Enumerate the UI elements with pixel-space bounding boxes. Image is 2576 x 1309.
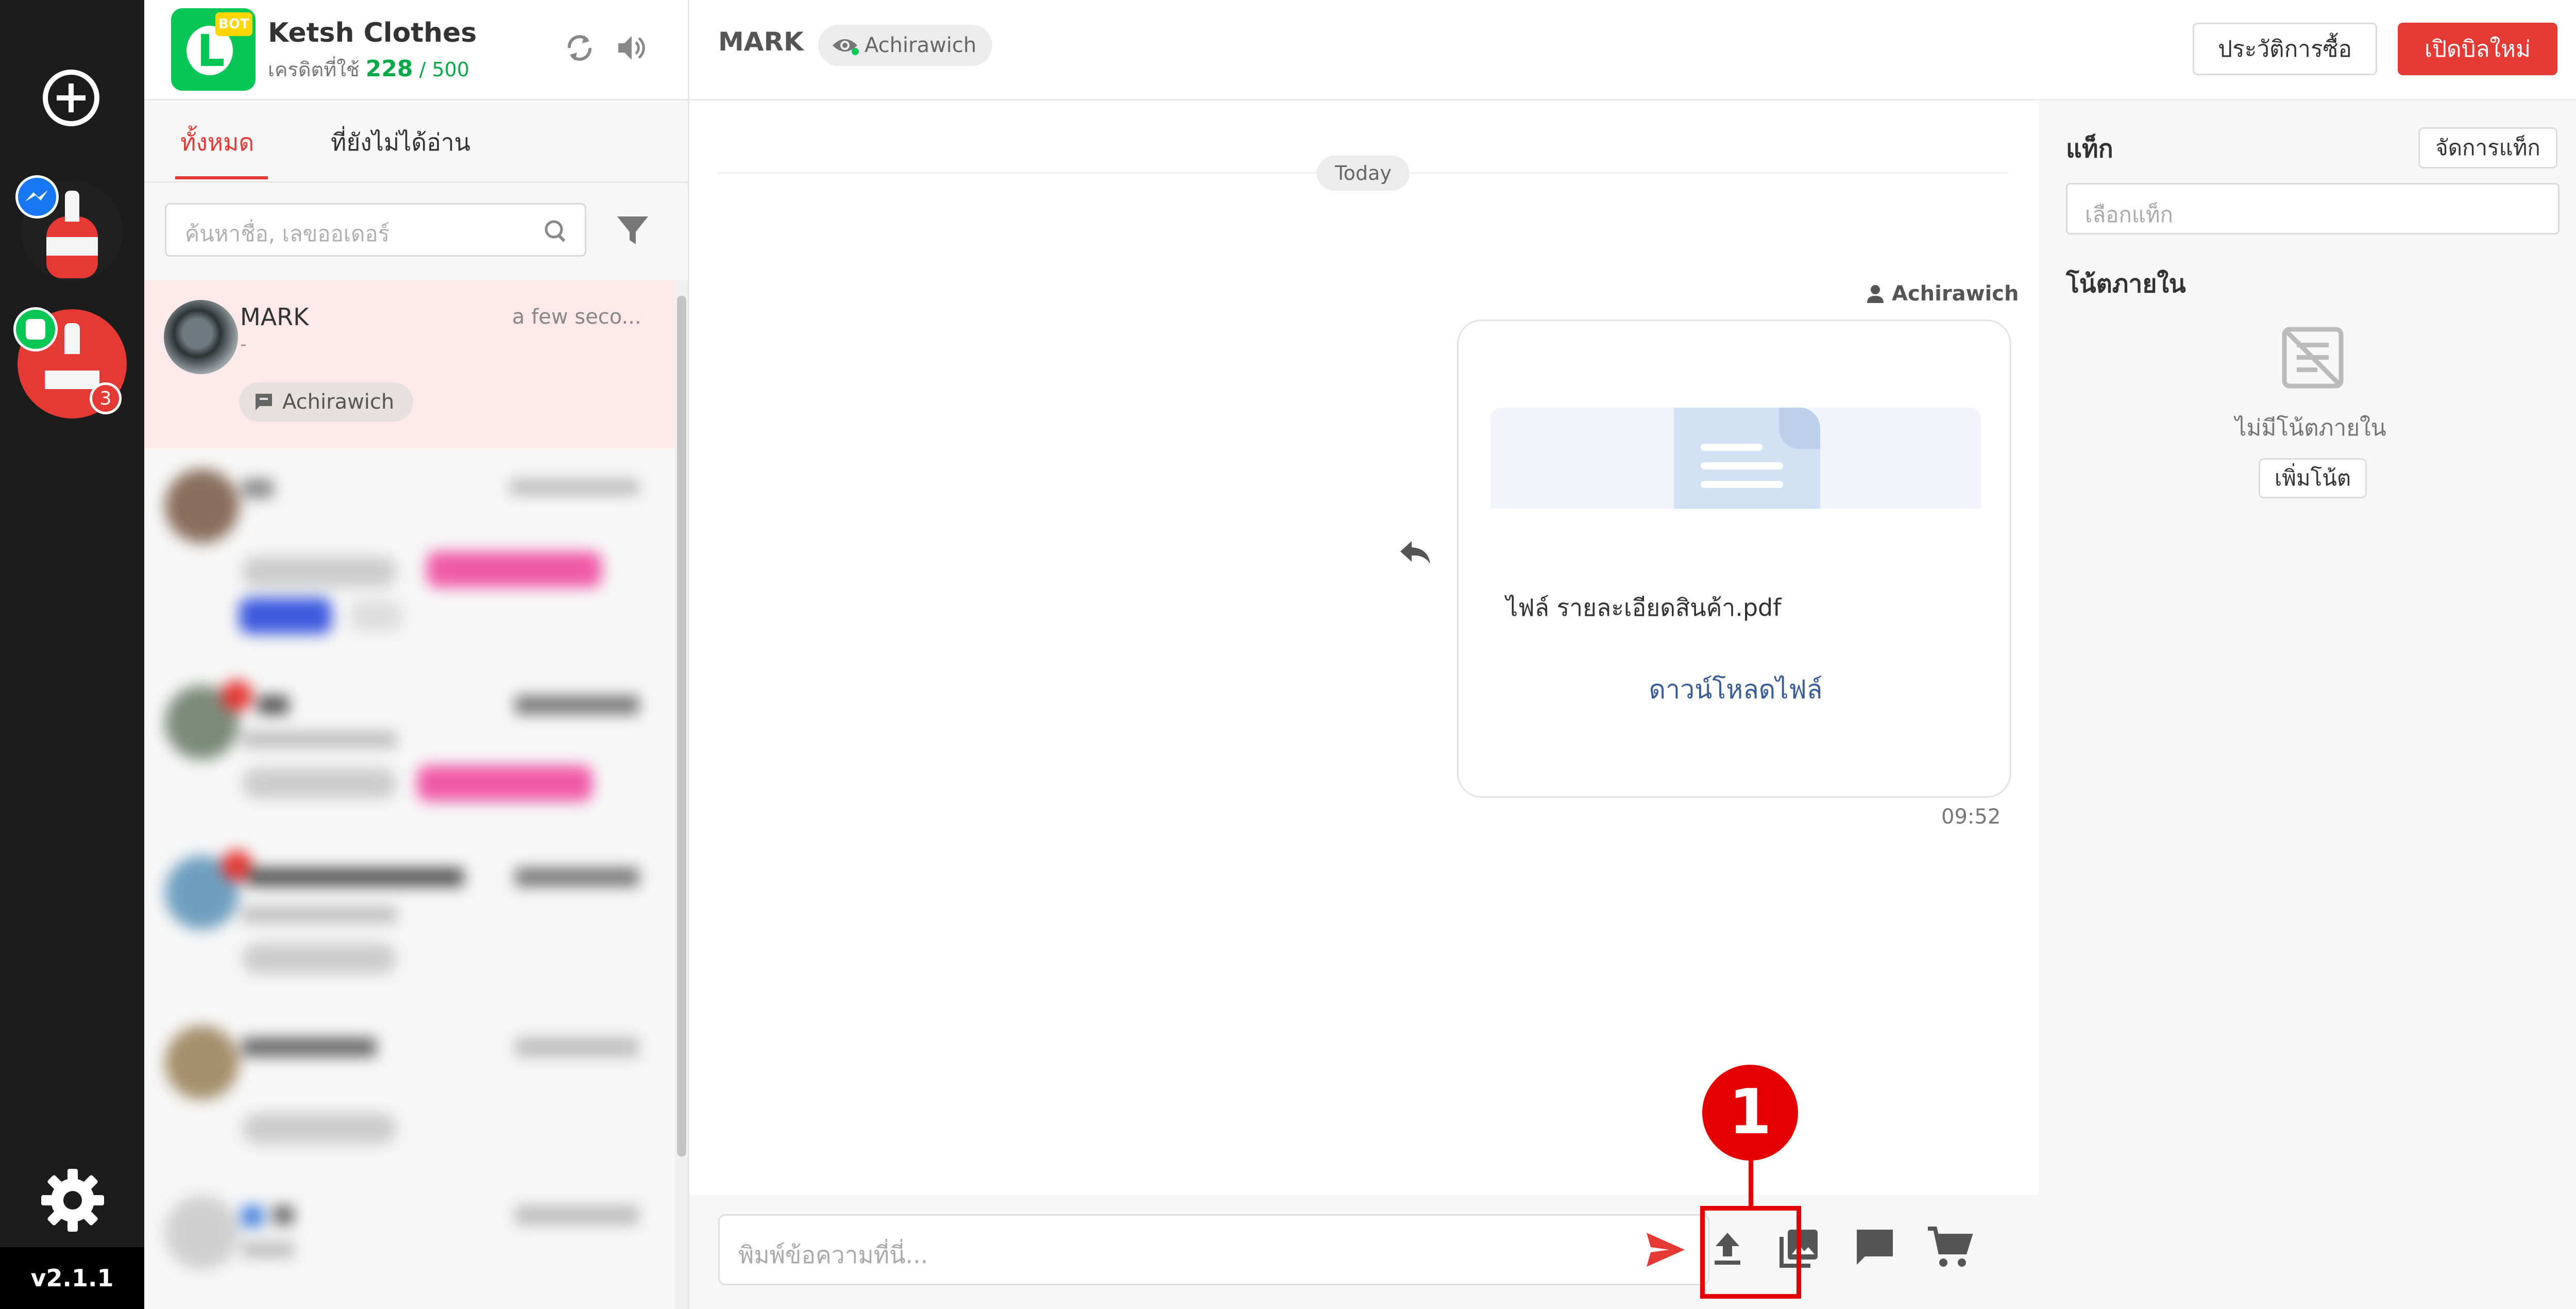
tab-unread[interactable]: ที่ยังไม่ได้อ่าน xyxy=(331,124,470,161)
conversation-item[interactable] xyxy=(144,835,675,1005)
filter-icon xyxy=(617,216,648,244)
chat-panel: MARK Achirawich Today Achirawich ไฟล์ รา… xyxy=(689,0,2576,1309)
conversation-item[interactable] xyxy=(144,448,675,665)
person-icon xyxy=(1867,285,1884,303)
message-time: 09:52 xyxy=(1941,805,2001,829)
conversation-item[interactable] xyxy=(144,1175,675,1309)
purchase-history-button[interactable]: ประวัติการซื้อ xyxy=(2193,23,2377,75)
reply-icon xyxy=(1400,541,1430,564)
tab-all[interactable]: ทั้งหมด xyxy=(180,124,254,161)
tab-all-underline xyxy=(175,176,268,179)
messenger-icon xyxy=(15,175,59,219)
date-divider: Today xyxy=(1317,156,1410,191)
chat-bubble-icon xyxy=(1857,1230,1893,1265)
tag-select-placeholder: เลือกแท็ก xyxy=(2085,202,2173,227)
assignee-tag: Achirawich xyxy=(239,382,413,422)
plus-circle-icon xyxy=(43,70,99,126)
no-notes-text: ไม่มีโน้ตภายใน xyxy=(2235,415,2386,441)
internal-notes-title: โน้ตภายใน xyxy=(2066,270,2186,298)
refresh-icon xyxy=(567,35,592,61)
annotation-number-badge: 1 xyxy=(1702,1065,1798,1161)
chat-assign-icon xyxy=(256,394,272,410)
search-icon xyxy=(545,220,566,242)
cart-button[interactable] xyxy=(1925,1223,1974,1273)
viewer-badge: Achirawich xyxy=(818,25,992,66)
file-name: ไฟล์ รายละเอียดสินค้า.pdf xyxy=(1506,594,1782,622)
list-scrollbar-thumb[interactable] xyxy=(677,296,686,1156)
shop-name: Ketsh Clothes xyxy=(268,18,477,48)
message-input-placeholder: พิมพ์ข้อความที่นี่... xyxy=(738,1241,928,1269)
conversation-item[interactable] xyxy=(144,1005,675,1175)
shopping-cart-icon xyxy=(1928,1227,1973,1267)
message-sender: Achirawich xyxy=(1865,278,2019,309)
file-message-card: ไฟล์ รายละเอียดสินค้า.pdf ดาวน์โหลดไฟล์ xyxy=(1457,320,2011,798)
unread-count-badge: 3 xyxy=(90,382,122,414)
message-input[interactable]: พิมพ์ข้อความที่นี่... xyxy=(718,1214,1709,1285)
search-box[interactable]: ค้นหาชื่อ, เลขออเดอร์ xyxy=(165,203,586,257)
avatar xyxy=(164,300,238,374)
send-button[interactable] xyxy=(1643,1228,1688,1272)
credit-label: เครดิตที่ใช้ xyxy=(268,58,360,81)
left-rail: 3 v2.1.1 xyxy=(0,0,144,1309)
reply-button[interactable] xyxy=(1397,534,1433,570)
version-label: v2.1.1 xyxy=(30,1264,114,1292)
tags-title: แท็ก xyxy=(2066,135,2113,163)
filter-button[interactable] xyxy=(613,210,652,249)
send-icon xyxy=(1647,1233,1685,1267)
conversation-name: MARK xyxy=(240,303,309,331)
annotation-highlight-box xyxy=(1700,1206,1801,1299)
conversation-preview: - xyxy=(240,334,247,355)
assignee-name: Achirawich xyxy=(282,390,395,414)
speaker-icon xyxy=(618,36,645,60)
credit-used: 228 xyxy=(365,56,413,82)
conversation-item[interactable] xyxy=(144,665,675,835)
manage-tags-button[interactable]: จัดการแท็ก xyxy=(2418,127,2557,169)
add-channel-button[interactable] xyxy=(40,67,102,129)
viewer-name: Achirawich xyxy=(865,33,977,57)
credit-info: เครดิตที่ใช้ 228 / 500 xyxy=(268,54,469,85)
sound-button[interactable] xyxy=(613,30,649,66)
eye-icon xyxy=(833,39,859,55)
file-preview xyxy=(1490,408,1981,509)
customer-sidebar: แท็ก จัดการแท็ก เลือกแท็ก โน้ตภายใน ไม่ม… xyxy=(2039,100,2576,1309)
list-scrollbar[interactable] xyxy=(675,280,688,1309)
gear-icon xyxy=(41,1169,104,1232)
refresh-button[interactable] xyxy=(562,30,598,66)
add-note-button[interactable]: เพิ่มโน้ต xyxy=(2259,458,2367,498)
customer-name: MARK xyxy=(718,27,804,57)
bot-badge: BOT xyxy=(215,12,252,36)
conversation-time: a few seco... xyxy=(512,305,641,329)
conversation-item-active[interactable]: MARK a few seco... - Achirawich xyxy=(144,280,675,448)
document-icon xyxy=(1701,444,1783,488)
line-icon xyxy=(13,307,58,351)
conversation-column: BOT Ketsh Clothes เครดิตที่ใช้ 228 / 500… xyxy=(144,0,689,1309)
download-file-link[interactable]: ดาวน์โหลดไฟล์ xyxy=(1459,669,2013,710)
tag-select[interactable]: เลือกแท็ก xyxy=(2066,183,2560,234)
open-new-bill-button[interactable]: เปิดบิลใหม่ xyxy=(2398,23,2557,75)
credit-total: / 500 xyxy=(419,58,470,81)
quick-reply-button[interactable] xyxy=(1852,1224,1898,1271)
no-notes-icon xyxy=(2279,324,2346,391)
search-input[interactable]: ค้นหาชื่อ, เลขออเดอร์ xyxy=(185,217,389,251)
sender-name: Achirawich xyxy=(1892,282,2019,306)
line-oa-logo: BOT xyxy=(171,8,256,91)
settings-button[interactable] xyxy=(39,1167,106,1234)
